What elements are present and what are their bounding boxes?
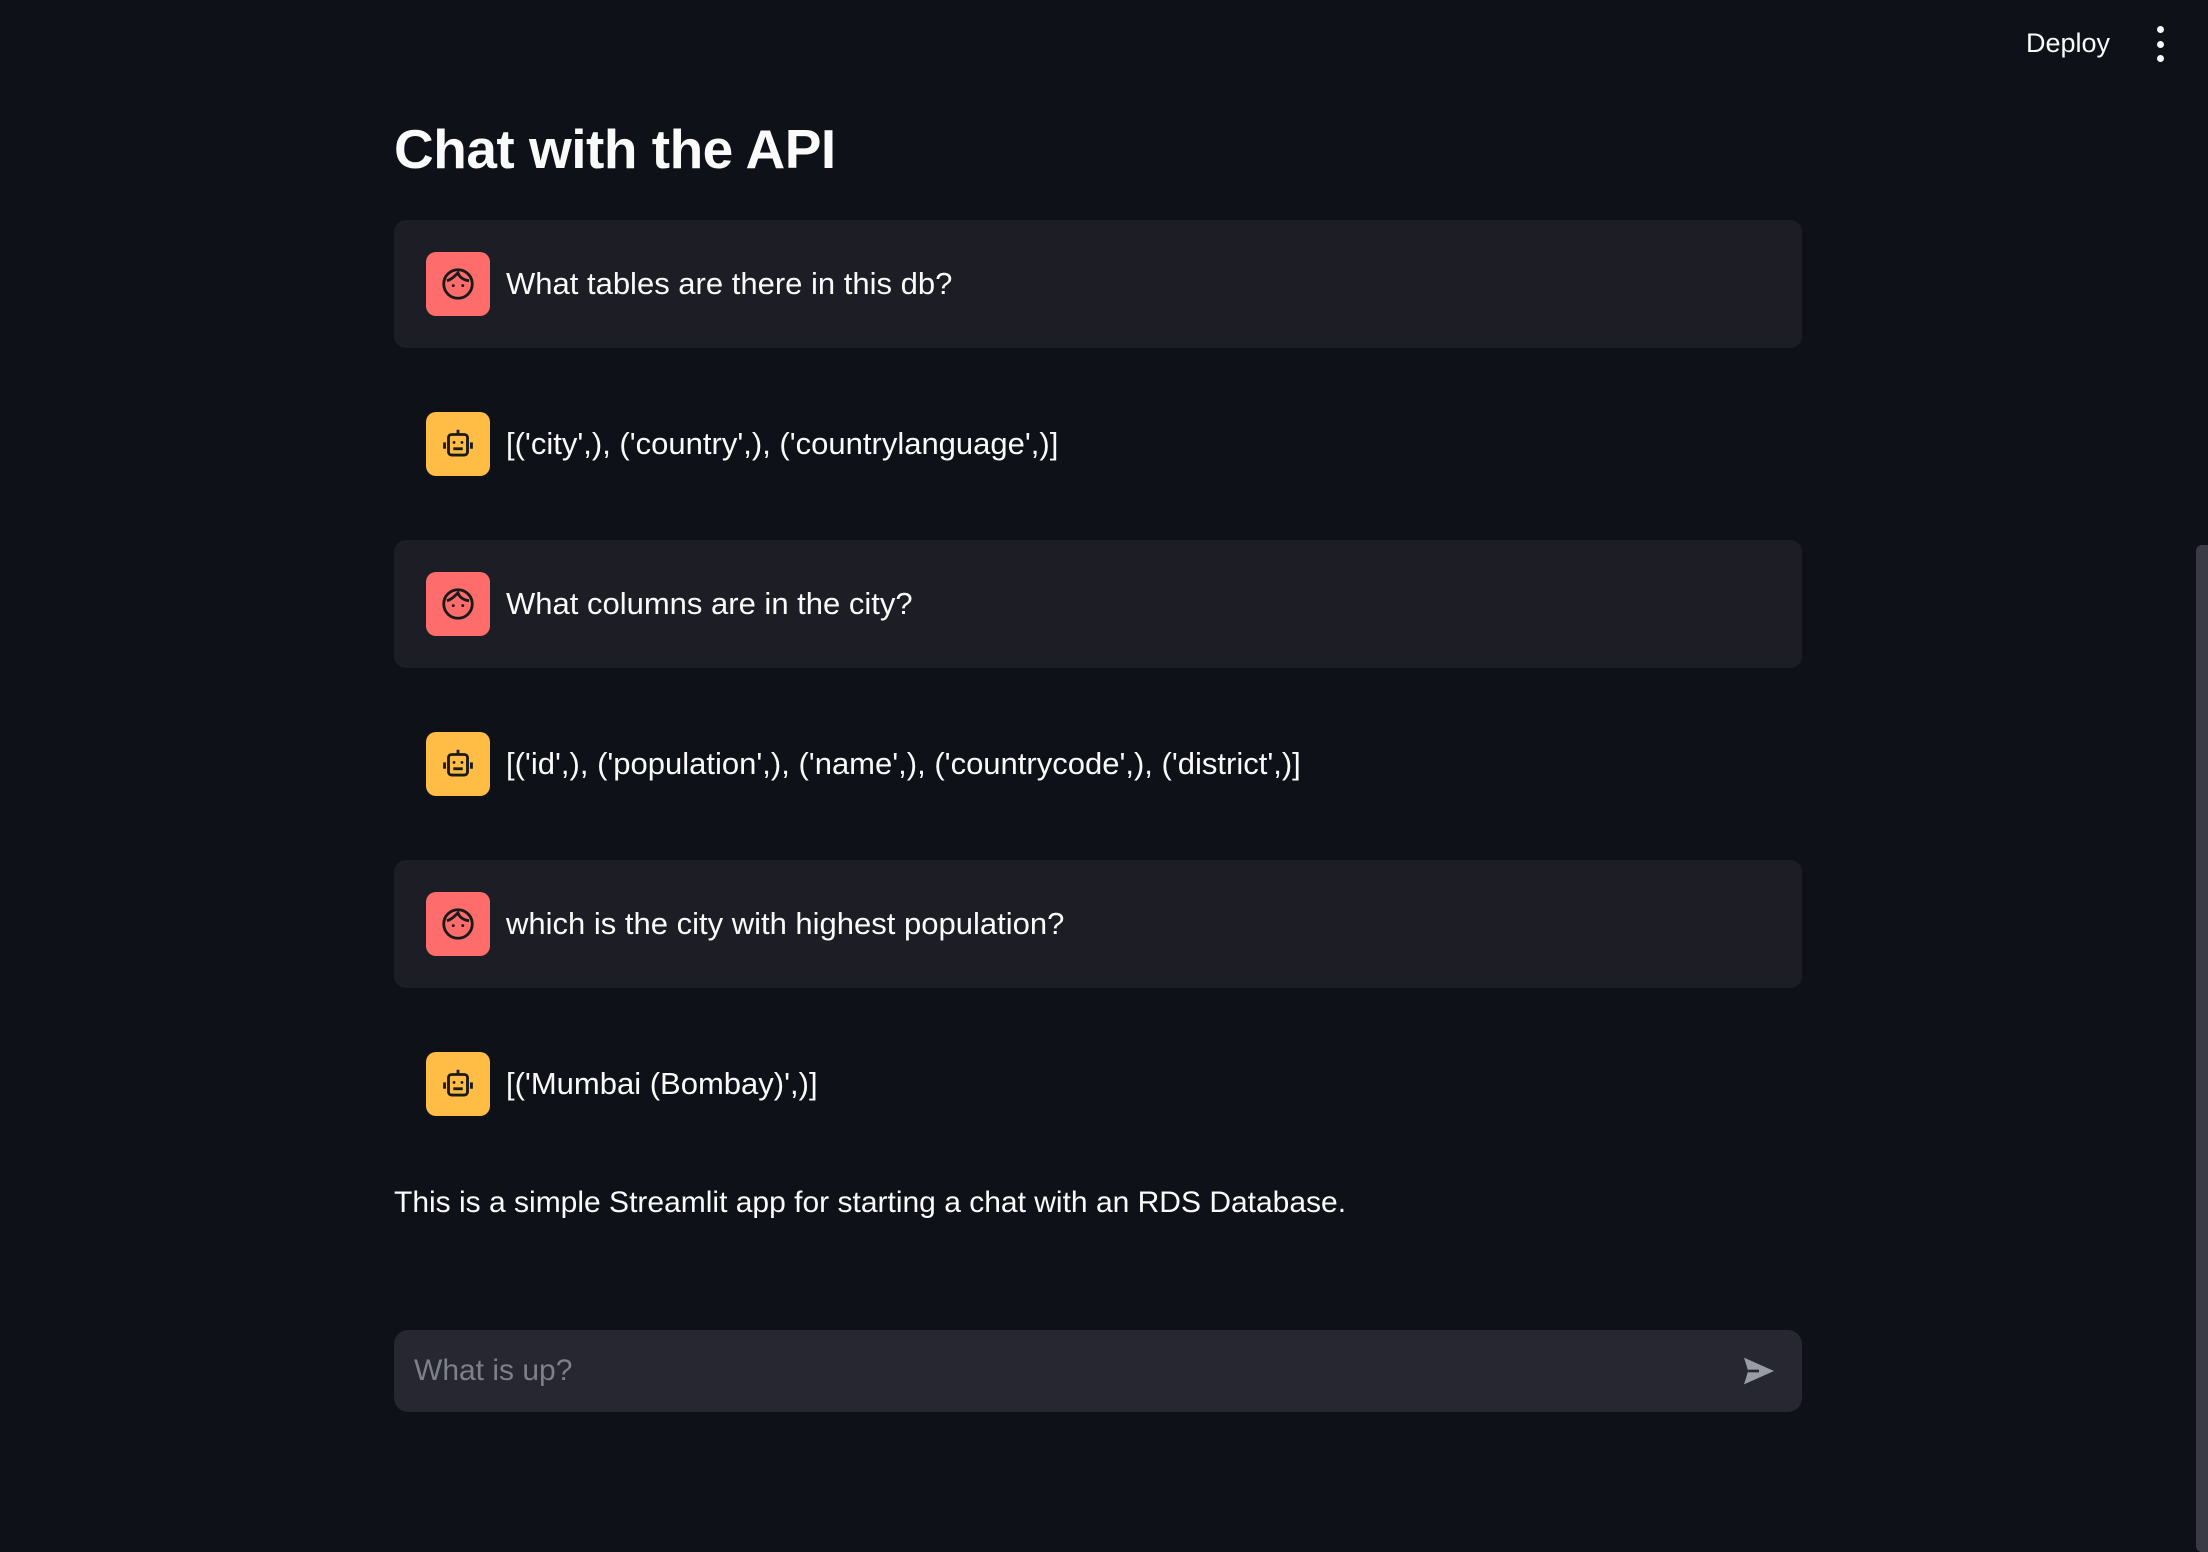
chat-message-text: [('Mumbai (Bombay)',)] xyxy=(506,1066,818,1101)
menu-dot xyxy=(2156,40,2164,48)
chat-message-user: What columns are in the city? xyxy=(394,540,1802,668)
page-title: Chat with the API xyxy=(394,118,836,180)
menu-dot xyxy=(2156,26,2164,33)
chat-input-container xyxy=(394,1330,1802,1412)
chat-message-text: [('id',), ('population',), ('name',), ('… xyxy=(506,746,1301,781)
menu-dot xyxy=(2156,55,2164,62)
user-face-icon xyxy=(426,892,490,956)
robot-icon xyxy=(426,412,490,476)
chat-message-assistant: [('city',), ('country',), ('countrylangu… xyxy=(394,380,1802,508)
user-face-icon xyxy=(426,572,490,636)
top-toolbar: Deploy xyxy=(0,0,2208,86)
app-description: This is a simple Streamlit app for start… xyxy=(394,1186,1347,1219)
chat-message-assistant: [('Mumbai (Bombay)',)] xyxy=(394,1020,1802,1148)
chat-message-text: What tables are there in this db? xyxy=(506,266,953,301)
chat-message-text: which is the city with highest populatio… xyxy=(506,906,1065,941)
chat-message-user: What tables are there in this db? xyxy=(394,220,1802,348)
vertical-ellipsis-icon[interactable] xyxy=(2150,26,2170,62)
send-icon xyxy=(1744,1357,1774,1385)
robot-icon xyxy=(426,732,490,796)
chat-message-text: [('city',), ('country',), ('countrylangu… xyxy=(506,426,1059,461)
chat-message-assistant: [('id',), ('population',), ('name',), ('… xyxy=(394,700,1802,828)
chat-message-user: which is the city with highest populatio… xyxy=(394,860,1802,988)
chat-message-text: What columns are in the city? xyxy=(506,586,913,621)
user-face-icon xyxy=(426,252,490,316)
deploy-button[interactable]: Deploy xyxy=(2026,22,2110,64)
send-button[interactable] xyxy=(1734,1346,1784,1396)
page-scrollbar[interactable] xyxy=(2196,545,2208,1552)
chat-input[interactable] xyxy=(412,1340,1734,1402)
robot-icon xyxy=(426,1052,490,1116)
chat-message-list: What tables are there in this db? [('cit… xyxy=(394,220,1802,1180)
